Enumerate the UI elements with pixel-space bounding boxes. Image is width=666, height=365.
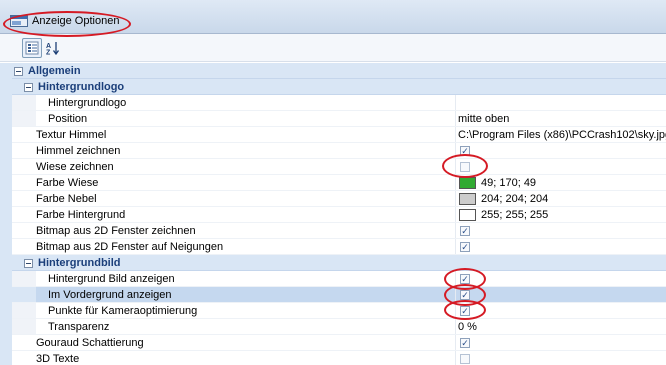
- property-row-position[interactable]: Position mitte oben: [0, 111, 666, 127]
- sort-alphabetical-button[interactable]: A Z: [43, 38, 63, 58]
- property-row-farbe-wiese[interactable]: Farbe Wiese 49; 170; 49: [0, 175, 666, 191]
- checkbox[interactable]: ✓: [460, 226, 470, 236]
- categorized-icon: [25, 41, 39, 55]
- property-value[interactable]: 0 %: [458, 319, 477, 335]
- property-row-hintergrundlogo[interactable]: Hintergrundlogo: [0, 95, 666, 111]
- checkbox[interactable]: ✓: [460, 354, 470, 364]
- collapse-icon[interactable]: [14, 67, 23, 76]
- color-swatch[interactable]: [459, 177, 476, 189]
- collapse-icon[interactable]: [24, 83, 33, 92]
- property-row-himmel-zeichnen[interactable]: Himmel zeichnen ✓: [0, 143, 666, 159]
- checkbox[interactable]: ✓: [460, 274, 470, 284]
- property-grid: Allgemein Hintergrundlogo Hintergrundlog…: [0, 63, 666, 365]
- color-swatch[interactable]: [459, 193, 476, 205]
- property-name: Hintergrund Bild anzeigen: [48, 273, 175, 285]
- property-row-wiese-zeichnen[interactable]: Wiese zeichnen ✓: [0, 159, 666, 175]
- svg-text:Z: Z: [46, 50, 51, 56]
- property-row-farbe-hintergrund[interactable]: Farbe Hintergrund 255; 255; 255: [0, 207, 666, 223]
- property-row-farbe-nebel[interactable]: Farbe Nebel 204; 204; 204: [0, 191, 666, 207]
- property-row-textur-himmel[interactable]: Textur Himmel C:\Program Files (x86)\PCC…: [0, 127, 666, 143]
- property-row-vordergrund[interactable]: Im Vordergrund anzeigen ✓: [0, 287, 666, 303]
- sort-alphabetical-icon: A Z: [46, 42, 60, 56]
- property-row-hintergrund-bild[interactable]: Hintergrund Bild anzeigen ✓: [0, 271, 666, 287]
- property-row-bitmap-2d[interactable]: Bitmap aus 2D Fenster zeichnen ✓: [0, 223, 666, 239]
- property-name: Farbe Nebel: [36, 193, 97, 205]
- property-name: 3D Texte: [36, 353, 80, 365]
- property-name: Bitmap aus 2D Fenster zeichnen: [36, 225, 196, 237]
- property-value[interactable]: mitte oben: [458, 111, 509, 127]
- category-allgemein[interactable]: Allgemein: [0, 63, 666, 79]
- category-label: Hintergrundlogo: [38, 81, 125, 93]
- property-name: Himmel zeichnen: [36, 145, 121, 157]
- checkbox[interactable]: ✓: [460, 338, 470, 348]
- property-value[interactable]: 204; 204; 204: [481, 191, 548, 207]
- property-name: Transparenz: [48, 321, 110, 333]
- window-icon: [10, 15, 28, 27]
- categorized-view-button[interactable]: [22, 38, 42, 58]
- toolbar: A Z: [0, 34, 666, 62]
- category-hintergrundbild[interactable]: Hintergrundbild: [0, 255, 666, 271]
- collapse-icon[interactable]: [24, 259, 33, 268]
- property-name: Farbe Wiese: [36, 177, 99, 189]
- property-name: Position: [48, 113, 88, 125]
- category-label: Hintergrundbild: [38, 257, 121, 269]
- window-titlebar: Anzeige Optionen: [0, 0, 666, 34]
- checkbox[interactable]: ✓: [460, 242, 470, 252]
- property-value[interactable]: 49; 170; 49: [481, 175, 536, 191]
- property-name: Im Vordergrund anzeigen: [48, 289, 172, 301]
- property-row-3d-texte[interactable]: 3D Texte ✓: [0, 351, 666, 365]
- category-hintergrundlogo[interactable]: Hintergrundlogo: [0, 79, 666, 95]
- property-name: Punkte für Kameraoptimierung: [48, 305, 198, 317]
- window-title: Anzeige Optionen: [32, 15, 120, 27]
- property-name: Wiese zeichnen: [36, 161, 114, 173]
- checkbox[interactable]: ✓: [460, 306, 470, 316]
- property-row-transparenz[interactable]: Transparenz 0 %: [0, 319, 666, 335]
- property-name: Gouraud Schattierung: [36, 337, 144, 349]
- property-row-bitmap-neigungen[interactable]: Bitmap aus 2D Fenster auf Neigungen ✓: [0, 239, 666, 255]
- property-value[interactable]: C:\Program Files (x86)\PCCrash102\sky.jp…: [458, 127, 666, 143]
- checkbox[interactable]: ✓: [460, 290, 470, 300]
- checkbox[interactable]: ✓: [460, 162, 470, 172]
- property-row-gouraud[interactable]: Gouraud Schattierung ✓: [0, 335, 666, 351]
- property-name: Hintergrundlogo: [48, 97, 127, 109]
- checkbox[interactable]: ✓: [460, 146, 470, 156]
- property-name: Farbe Hintergrund: [36, 209, 126, 221]
- category-label: Allgemein: [28, 65, 81, 77]
- property-value[interactable]: 255; 255; 255: [481, 207, 548, 223]
- property-row-kameraoptimierung[interactable]: Punkte für Kameraoptimierung ✓: [0, 303, 666, 319]
- property-name: Textur Himmel: [36, 129, 107, 141]
- property-name: Bitmap aus 2D Fenster auf Neigungen: [36, 241, 224, 253]
- color-swatch[interactable]: [459, 209, 476, 221]
